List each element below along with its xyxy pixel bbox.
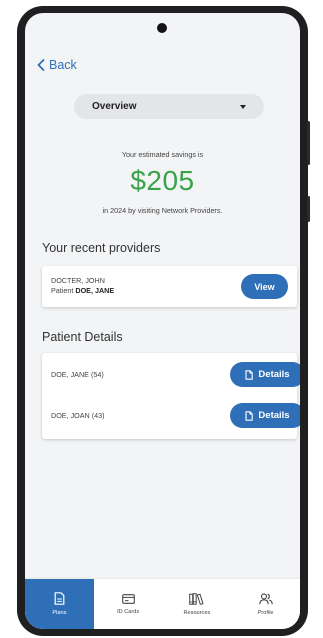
tab-resources-label: Resources xyxy=(183,609,211,616)
savings-amount: $205 xyxy=(130,165,195,196)
provider-name: DOCTER, JOHN xyxy=(51,276,105,285)
patient-details-button[interactable]: Details xyxy=(230,362,300,387)
back-button[interactable]: Back xyxy=(37,58,77,72)
document-icon xyxy=(245,369,254,380)
tab-plans[interactable]: Plans xyxy=(25,579,94,629)
patient-details-title: Patient Details xyxy=(42,330,123,344)
card-icon xyxy=(121,593,135,604)
phone-frame: Back Overview Your estimated savings is … xyxy=(17,6,310,636)
patient-name: DOE, JANE xyxy=(75,286,115,295)
back-label: Back xyxy=(49,58,77,72)
patient-details-card: DOE, JANE (54) Details DOE, JOAN (43) De… xyxy=(42,353,300,439)
recent-providers-title: Your recent providers xyxy=(42,241,161,255)
view-select[interactable]: Overview xyxy=(74,94,264,119)
tab-plans-label: Plans xyxy=(52,610,67,616)
tab-id-cards[interactable]: ID Cards xyxy=(94,579,163,629)
bottom-tab-bar: Plans ID Cards Resources Profile xyxy=(25,579,300,629)
patient-row-name: DOE, JANE (54) xyxy=(51,370,104,379)
books-icon xyxy=(189,592,204,605)
details-button-label: Details xyxy=(258,369,290,380)
chevron-left-icon xyxy=(37,59,45,71)
details-button-label: Details xyxy=(258,410,290,421)
patient-row-name: DOE, JOAN (43) xyxy=(51,411,105,420)
provider-patient: Patient DOE, JANE xyxy=(51,286,114,295)
savings-detail: in 2024 by visiting Network Providers. xyxy=(102,206,223,215)
patient-prefix: Patient xyxy=(51,286,74,295)
tab-profile[interactable]: Profile xyxy=(231,579,300,629)
app-screen: Back Overview Your estimated savings is … xyxy=(25,13,300,629)
document-icon xyxy=(54,592,65,605)
provider-card: DOCTER, JOHN Patient DOE, JANE View xyxy=(42,266,297,307)
people-icon xyxy=(258,592,273,604)
phone-side-button xyxy=(307,196,310,222)
patient-details-button[interactable]: Details xyxy=(230,403,300,428)
document-icon xyxy=(245,410,254,421)
caret-down-icon xyxy=(240,104,246,109)
tab-id-cards-label: ID Cards xyxy=(117,608,140,615)
view-provider-button[interactable]: View xyxy=(241,274,288,299)
camera-notch xyxy=(157,23,167,33)
phone-side-button xyxy=(307,121,310,165)
tab-profile-label: Profile xyxy=(257,609,274,616)
tab-resources[interactable]: Resources xyxy=(163,579,232,629)
view-select-value: Overview xyxy=(92,101,137,112)
savings-intro: Your estimated savings is xyxy=(121,150,204,159)
